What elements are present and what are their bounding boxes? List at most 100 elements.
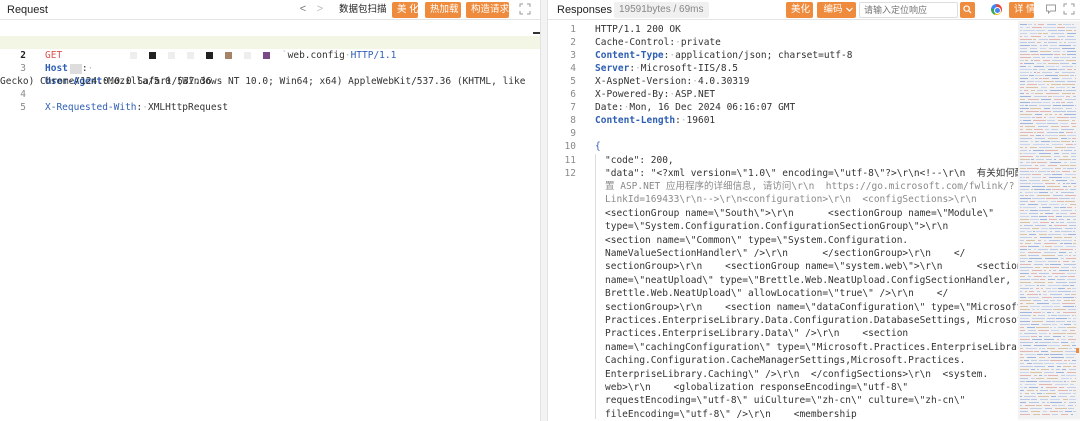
minimap-line xyxy=(1020,366,1033,367)
minimap-line xyxy=(1028,297,1039,298)
fullscreen-icon[interactable] xyxy=(1063,3,1075,15)
response-search-input[interactable] xyxy=(859,2,958,18)
minimap-line xyxy=(1070,162,1076,163)
minimap-line xyxy=(1075,108,1076,109)
minimap-line xyxy=(1028,99,1039,100)
build-request-button[interactable]: 构造请求 xyxy=(466,2,509,18)
minimap-line xyxy=(1030,219,1039,220)
code-line: 4 X-Requested-With:·XMLHttpRequest xyxy=(20,89,229,113)
wrapped-code-line: name=\"cachingConfiguration\" type=\"Mic… xyxy=(605,341,1034,353)
minimap-line xyxy=(1063,234,1067,235)
minimap-line xyxy=(1058,261,1060,262)
response-editor[interactable]: 1 HTTP/1.1 200 OK 2 Cache-Control:·private… xyxy=(548,21,1080,421)
minimap-line xyxy=(1044,339,1054,340)
minimap-line xyxy=(1039,360,1049,361)
minimap-line xyxy=(1072,315,1074,316)
minimap-line xyxy=(1020,387,1023,388)
minimap-line xyxy=(1028,42,1035,43)
minimap-line xyxy=(1040,54,1053,55)
minimap-line xyxy=(1037,42,1041,43)
back-button[interactable]: < xyxy=(297,3,309,15)
encoding-button[interactable]: 编码 xyxy=(817,2,856,18)
minimap-line xyxy=(1040,213,1043,214)
minimap-line xyxy=(1063,90,1065,91)
packet-scan-button[interactable]: 数据包扫描 xyxy=(336,2,390,18)
minimap-line xyxy=(1066,357,1074,358)
minimap-line xyxy=(1041,369,1049,370)
minimap-line xyxy=(1064,237,1072,238)
minimap-line xyxy=(1054,237,1062,238)
minimap-line xyxy=(1026,162,1030,163)
minimap-line xyxy=(1042,207,1051,208)
request-pane: Request < > 数据包扫描 美 化 热加载 构造请求 1 GET `we… xyxy=(0,0,541,421)
minimap-line xyxy=(1020,150,1027,151)
code-minimap[interactable] xyxy=(1018,21,1080,421)
minimap-line xyxy=(1056,192,1058,193)
minimap-line xyxy=(1025,393,1029,394)
request-editor[interactable]: 1 GET `web.config·HTTP/1.1 2 Host:· 3 Us… xyxy=(0,21,540,421)
minimap-line xyxy=(1020,141,1028,142)
minimap-line xyxy=(1067,288,1071,289)
minimap-line xyxy=(1040,399,1048,400)
minimap-line xyxy=(1059,198,1070,199)
minimap-line xyxy=(1068,276,1075,277)
minimap-line xyxy=(1074,69,1076,70)
minimap-line xyxy=(1023,30,1035,31)
minimap-line xyxy=(1043,291,1046,292)
minimap-line xyxy=(1040,156,1051,157)
minimap-line xyxy=(1058,390,1068,391)
minimap-line xyxy=(1020,57,1031,58)
minimap-line xyxy=(1075,75,1076,76)
expand-icon[interactable] xyxy=(519,3,531,15)
forward-button[interactable]: > xyxy=(314,3,326,15)
chrome-color-icon[interactable] xyxy=(991,4,1002,15)
minimap-line xyxy=(1064,150,1072,151)
minimap-line xyxy=(1020,114,1032,115)
minimap-line xyxy=(1040,279,1045,280)
minimap-line xyxy=(1034,345,1047,346)
minimap-line xyxy=(1052,303,1060,304)
wrapped-code-line: Brettle.Web.NeatUpload\" allowLocation=\… xyxy=(605,288,949,300)
minimap-line xyxy=(1020,177,1022,178)
minimap-line xyxy=(1059,159,1071,160)
minimap-line xyxy=(1056,321,1065,322)
minimap-line xyxy=(1051,141,1060,142)
minimap-line xyxy=(1024,360,1029,361)
minimap-line xyxy=(1048,261,1057,262)
minimap-line xyxy=(1050,390,1055,391)
minimap-line xyxy=(1039,294,1041,295)
minimap-line xyxy=(1071,198,1075,199)
minimap-line xyxy=(1047,120,1055,121)
minimap-line xyxy=(1048,282,1053,283)
minimap-line xyxy=(1037,303,1049,304)
minimap-line xyxy=(1041,228,1048,229)
minimap-line xyxy=(1030,108,1041,109)
beautify-button[interactable]: 美 化 xyxy=(392,2,419,18)
minimap-line xyxy=(1033,57,1040,58)
minimap-line xyxy=(1049,204,1059,205)
minimap-line xyxy=(1027,357,1036,358)
beautify-button[interactable]: 美化 xyxy=(786,2,813,18)
minimap-line xyxy=(1025,243,1031,244)
minimap-line xyxy=(1058,405,1065,406)
minimap-line xyxy=(1020,369,1029,370)
minimap-line xyxy=(1063,306,1074,307)
minimap-line xyxy=(1042,168,1053,169)
details-button[interactable]: 详 情 xyxy=(1009,2,1036,18)
minimap-line xyxy=(1057,366,1061,367)
minimap-line xyxy=(1020,381,1025,382)
minimap-line xyxy=(1031,393,1035,394)
minimap-line xyxy=(1020,27,1023,28)
minimap-line xyxy=(1020,168,1026,169)
minimap-line xyxy=(1062,153,1069,154)
minimap-line xyxy=(1049,177,1062,178)
minimap-line xyxy=(1063,177,1070,178)
minimap-line xyxy=(1024,225,1033,226)
minimap-line xyxy=(1039,39,1048,40)
search-button[interactable] xyxy=(960,2,975,18)
minimap-line xyxy=(1059,132,1064,133)
minimap-line xyxy=(1035,267,1040,268)
chat-icon[interactable] xyxy=(1045,3,1057,15)
hot-load-button[interactable]: 热加载 xyxy=(425,2,461,18)
minimap-line xyxy=(1050,399,1060,400)
